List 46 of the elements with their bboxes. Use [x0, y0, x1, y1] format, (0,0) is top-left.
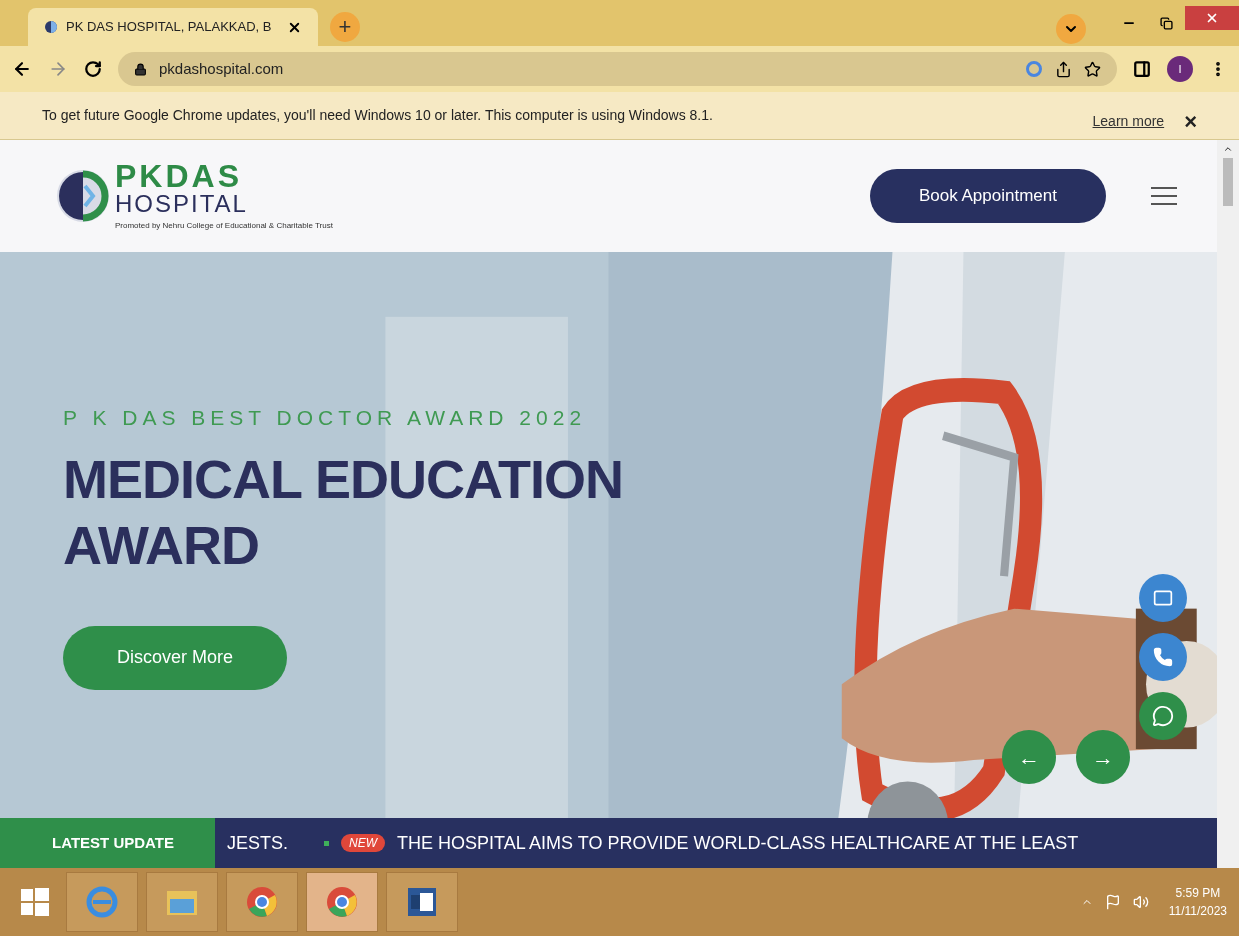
lock-icon: [134, 62, 147, 76]
profile-avatar[interactable]: I: [1167, 56, 1193, 82]
scroll-thumb[interactable]: [1223, 158, 1233, 206]
url-text: pkdashospital.com: [159, 58, 284, 79]
hero-kicker: P K DAS BEST DOCTOR AWARD 2022: [63, 405, 588, 431]
flag-icon[interactable]: [1104, 894, 1121, 910]
learn-more-link[interactable]: Learn more: [1092, 111, 1165, 132]
close-icon: [1205, 11, 1219, 25]
site-favicon-icon: [44, 20, 58, 34]
chrome-icon[interactable]: [245, 885, 279, 919]
scroll-up-icon[interactable]: [1223, 144, 1233, 154]
tab-title: PK DAS HOSPITAL, PALAKKAD, B: [66, 18, 272, 37]
address-bar[interactable]: pkdashospital.com: [118, 52, 1117, 86]
bookmark-star-icon[interactable]: [1084, 60, 1101, 78]
bullet-icon: [324, 840, 329, 846]
start-icon[interactable]: [20, 887, 50, 917]
envelope-icon: [1153, 588, 1173, 608]
side-panel-icon[interactable]: [1133, 60, 1151, 78]
browser-tab[interactable]: PK DAS HOSPITAL, PALAKKAD, B: [28, 8, 318, 46]
logo-name-top: PKDAS: [115, 160, 243, 192]
ticker-label: LATEST UPDATE: [52, 832, 174, 853]
restore-icon[interactable]: [1160, 16, 1173, 30]
chat-bubble-icon: [1152, 705, 1174, 727]
hero-title: MEDICAL EDUCATION AWARD: [63, 447, 624, 577]
logo-tagline: Promoted by Nehru College of Educational & Charitable Trust: [115, 220, 333, 232]
taskbar-app-button[interactable]: [386, 872, 458, 932]
new-tab-button[interactable]: +: [330, 12, 360, 42]
phone-icon: [1153, 647, 1173, 667]
logo-name-bottom: HOSPITAL: [115, 192, 249, 216]
discover-more-button[interactable]: Discover More: [63, 625, 287, 690]
tab-search-button[interactable]: [1056, 14, 1086, 44]
menu-icon[interactable]: [1151, 186, 1177, 206]
speaker-icon[interactable]: [1132, 894, 1149, 910]
word-icon[interactable]: [406, 886, 438, 918]
ticker-text: JESTS.: [227, 831, 288, 855]
book-appointment-button[interactable]: Book Appointment: [870, 169, 1106, 223]
infobar-message: To get future Google Chrome updates, you'll need Windows 10 or later. This computer is using Windows 8.1.: [42, 106, 713, 125]
back-icon[interactable]: [12, 59, 32, 79]
close-infobar-button[interactable]: ×: [1184, 110, 1197, 133]
hospital-logo-icon: [55, 168, 111, 224]
chrome-icon[interactable]: [325, 885, 359, 919]
reload-icon[interactable]: [84, 60, 102, 78]
new-badge: NEW: [341, 834, 385, 852]
share-icon[interactable]: [1055, 60, 1072, 78]
close-window-button[interactable]: [1185, 6, 1239, 30]
ticker-text: THE HOSPITAL AIMS TO PROVIDE WORLD-CLASS HEALTHCARE AT THE LEAST: [397, 831, 1079, 855]
